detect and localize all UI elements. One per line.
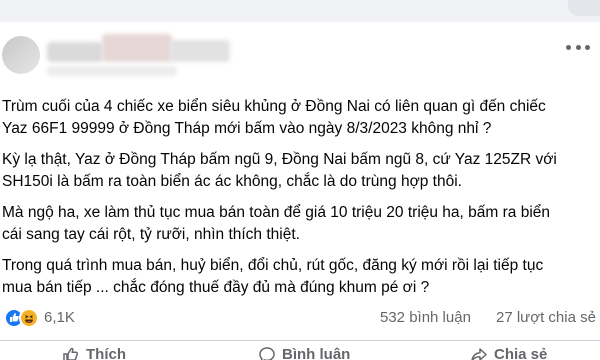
comment-count[interactable]: 532 bình luận <box>380 309 471 326</box>
comment-icon <box>259 347 275 360</box>
post-paragraph: Trong quá trình mua bán, huỷ biển, đổi c… <box>2 257 544 296</box>
more-dots-icon <box>566 44 571 50</box>
post-paragraph: Mà ngộ ha, xe làm thủ tục mua bán toàn đ… <box>2 204 551 243</box>
like-label: Thích <box>86 346 126 360</box>
share-label: Chia sẻ <box>494 346 548 360</box>
post-paragraph: Kỳ lạ thật, Yaz ở Đồng Tháp bấm ngũ 9, Đ… <box>2 151 557 190</box>
share-icon <box>471 348 487 360</box>
post-paragraph: Trùm cuối của 4 chiếc xe biển siêu khủng… <box>2 98 546 137</box>
divider <box>0 340 600 341</box>
comment-label: Bình luận <box>282 346 351 360</box>
facebook-post: Trùm cuối của 4 chiếc xe biển siêu khủng… <box>0 22 600 360</box>
comment-button[interactable]: Bình luận <box>258 346 350 360</box>
reactions-summary: 6,1K 532 bình luận 27 lượt chia sẻ <box>0 306 600 330</box>
reaction-icons[interactable] <box>4 308 44 328</box>
post-body: Trùm cuối của 4 chiếc xe biển siêu khủng… <box>2 96 592 308</box>
author-name-redacted[interactable] <box>47 42 103 62</box>
more-dots-icon <box>575 44 581 50</box>
previous-post-edge <box>568 0 600 16</box>
share-count[interactable]: 27 lượt chia sẻ <box>496 309 596 326</box>
post-header <box>0 22 600 90</box>
post-timestamp-redacted <box>47 66 177 76</box>
author-name-redacted <box>102 34 172 62</box>
post-actions: Thích Bình luận Chia sẻ <box>0 346 600 360</box>
more-dots-icon <box>585 44 590 50</box>
author-name-redacted <box>170 40 230 62</box>
more-options-button[interactable] <box>566 40 590 54</box>
thumbs-up-icon <box>63 347 79 360</box>
share-button[interactable]: Chia sẻ <box>470 346 547 360</box>
reaction-count[interactable]: 6,1K <box>44 309 75 326</box>
like-button[interactable]: Thích <box>62 346 126 360</box>
feed-background-strip <box>0 0 600 22</box>
author-avatar[interactable] <box>2 36 40 74</box>
haha-reaction-icon <box>19 308 39 328</box>
